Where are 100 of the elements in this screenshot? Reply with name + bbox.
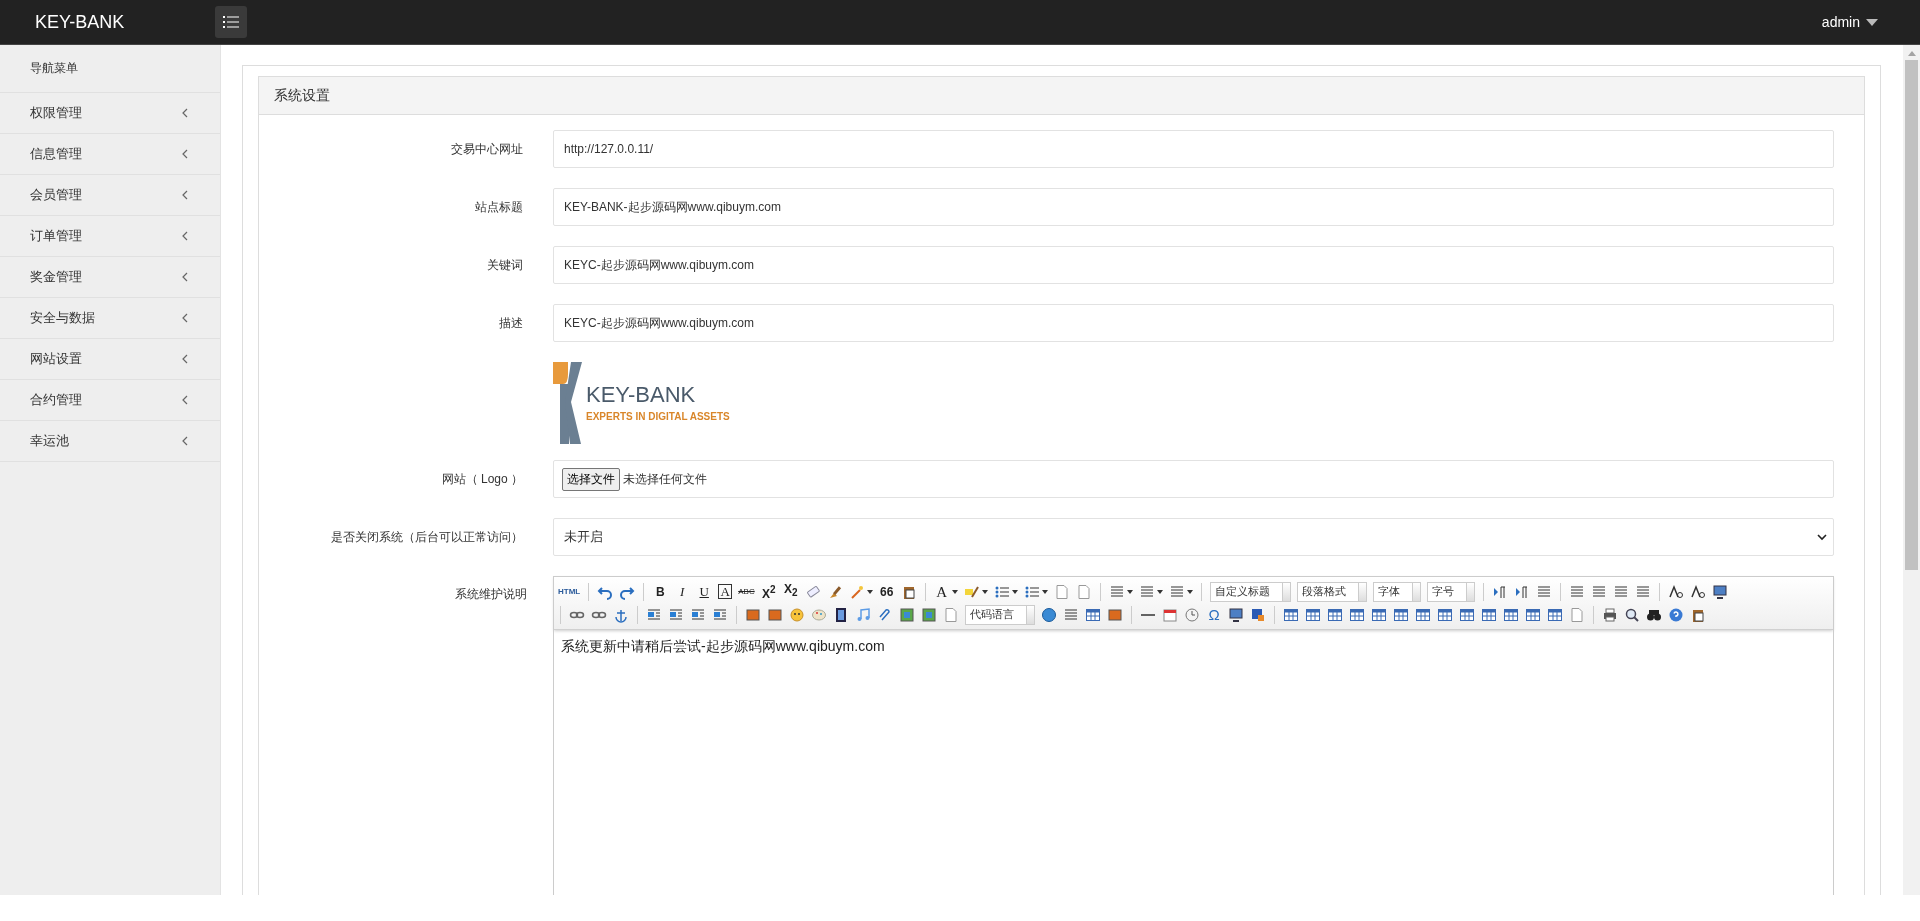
music-note-icon[interactable] (855, 606, 871, 623)
sidebar-item[interactable]: 权限管理 (0, 93, 220, 134)
text-field[interactable]: KEYC-起步源码网www.qibuym.com (553, 304, 1834, 342)
brand-title[interactable]: KEY-BANK (0, 11, 215, 33)
field-label: 网站（ Logo ） (441, 470, 523, 488)
toolbar-button[interactable]: X$_{2}$ (782, 581, 799, 602)
calendar-icon[interactable] (1162, 606, 1178, 623)
screenshot-icon[interactable] (1228, 606, 1244, 623)
insert-column-icon[interactable] (1393, 606, 1409, 623)
float-none-icon[interactable] (690, 606, 706, 623)
sidebar-heading: 导航菜单 (0, 45, 220, 93)
split-cells-icon[interactable] (1503, 606, 1519, 623)
sidebar-item[interactable]: 信息管理 (0, 134, 220, 175)
caret-icon[interactable] (1041, 589, 1048, 594)
split-columns-icon[interactable] (1547, 606, 1563, 623)
lowercase-icon[interactable] (1689, 583, 1706, 600)
panel-title: 系统设置 (274, 86, 330, 105)
toolbar-dropdown[interactable]: 字体 (1372, 581, 1421, 602)
toolbar-button[interactable]: A (718, 584, 733, 599)
scrollbar-thumb[interactable] (1905, 60, 1918, 570)
editor-text: 系统更新中请稍后尝试-起步源码网www.qibuym.com (561, 638, 885, 654)
toolbar-button[interactable]: U (696, 583, 713, 600)
float-left-icon[interactable] (646, 606, 662, 623)
menu-icon (223, 16, 239, 28)
sidebar-item[interactable]: 合约管理 (0, 380, 220, 421)
field-label: 描述 (499, 314, 523, 332)
align-center-icon[interactable] (1590, 583, 1607, 600)
align-left-icon[interactable] (1568, 583, 1585, 600)
circle-icon[interactable] (1041, 606, 1057, 623)
field-label: 站点标题 (475, 198, 523, 216)
blank-page-icon[interactable] (1075, 583, 1092, 600)
indent-icon[interactable] (1535, 583, 1552, 600)
insert-row-icon[interactable] (1349, 606, 1365, 623)
table-title-icon[interactable] (1327, 606, 1343, 623)
caret-icon[interactable] (866, 589, 873, 594)
caret-icon[interactable] (981, 589, 988, 594)
align-right-icon[interactable] (1612, 583, 1629, 600)
ltr-icon[interactable] (1491, 583, 1508, 600)
printer-icon[interactable] (1602, 606, 1618, 623)
word-icon[interactable] (1250, 606, 1266, 623)
text-field[interactable]: http://127.0.0.11/ (553, 130, 1834, 168)
faded-page-icon[interactable] (1569, 606, 1585, 623)
paperclip-icon[interactable] (877, 606, 893, 623)
toolbar-button[interactable]: ABC (738, 583, 755, 600)
toolbar-button[interactable]: HTML (558, 583, 581, 600)
clock-icon[interactable] (1184, 606, 1200, 623)
images-icon[interactable] (767, 606, 783, 623)
toolbar-dropdown[interactable]: 字号 (1426, 581, 1475, 602)
toolbar-button[interactable]: 66 (878, 583, 895, 600)
toolbar-button[interactable]: I (674, 583, 691, 600)
menu-toggle-button[interactable] (215, 6, 247, 38)
monitor-icon[interactable] (1711, 583, 1728, 600)
toolbar-dropdown[interactable]: 代码语言 (965, 604, 1035, 625)
caret-icon[interactable] (1011, 589, 1018, 594)
delete-table-icon[interactable] (1305, 606, 1321, 623)
toolbar-button[interactable]: X$^{2}$ (760, 581, 777, 602)
select-field[interactable]: 未开启 (553, 518, 1834, 556)
film-icon[interactable] (833, 606, 849, 623)
merge-right-icon[interactable] (1459, 606, 1475, 623)
toolbar-button[interactable]: Ω (1206, 606, 1222, 623)
float-right-icon[interactable] (668, 606, 684, 623)
text-field[interactable]: KEY-BANK-起步源码网www.qibuym.com (553, 188, 1834, 226)
toolbar-dropdown[interactable]: 段落格式 (1296, 581, 1367, 602)
caret-icon[interactable] (1186, 589, 1193, 594)
file-field[interactable]: 选择文件 未选择任何文件 (553, 460, 1834, 498)
delete-column-icon[interactable] (1415, 606, 1431, 623)
float-center-icon[interactable] (712, 606, 728, 623)
rtl-icon[interactable] (1513, 583, 1530, 600)
sidebar-item[interactable]: 幸运池 (0, 421, 220, 462)
caret-icon[interactable] (951, 589, 958, 594)
uppercase-icon[interactable] (1667, 583, 1684, 600)
table-icon[interactable] (1283, 606, 1299, 623)
image-icon[interactable] (745, 606, 761, 623)
delete-row-icon[interactable] (1371, 606, 1387, 623)
sidebar-item[interactable]: 网站设置 (0, 339, 220, 380)
magnifier-icon[interactable] (1624, 606, 1640, 623)
justify-icon[interactable] (1634, 583, 1651, 600)
field-label: 是否关闭系统（后台可以正常访问） (331, 528, 523, 546)
sidebar-item[interactable]: 奖金管理 (0, 257, 220, 298)
toolbar-dropdown[interactable]: 自定义标题 (1209, 581, 1291, 602)
field-label: 交易中心网址 (451, 140, 523, 158)
merge-cells-icon[interactable] (1437, 606, 1453, 623)
user-menu[interactable]: admin (1821, 14, 1878, 30)
scrollbar[interactable] (1903, 45, 1920, 895)
toolbar-button[interactable]: A (933, 583, 950, 600)
split-rows-icon[interactable] (1525, 606, 1541, 623)
sidebar-item[interactable]: 订单管理 (0, 216, 220, 257)
logo-image: KEY-BANK EXPERTS IN DIGITAL ASSETS (553, 362, 743, 444)
editor-content[interactable]: 系统更新中请稍后尝试-起步源码网www.qibuym.com (554, 630, 1833, 664)
sidebar-item[interactable]: 安全与数据 (0, 298, 220, 339)
page-break-icon[interactable] (1063, 606, 1079, 623)
toolbar-button[interactable]: B (652, 583, 669, 600)
text-field[interactable]: KEYC-起步源码网www.qibuym.com (553, 246, 1834, 284)
merge-down-icon[interactable] (1481, 606, 1497, 623)
sidebar-item[interactable]: 会员管理 (0, 175, 220, 216)
smiley-icon[interactable] (789, 606, 805, 623)
choose-file-button[interactable]: 选择文件 (562, 467, 620, 491)
caret-icon[interactable] (1126, 589, 1133, 594)
caret-icon[interactable] (1156, 589, 1163, 594)
help-icon[interactable] (1668, 606, 1684, 623)
